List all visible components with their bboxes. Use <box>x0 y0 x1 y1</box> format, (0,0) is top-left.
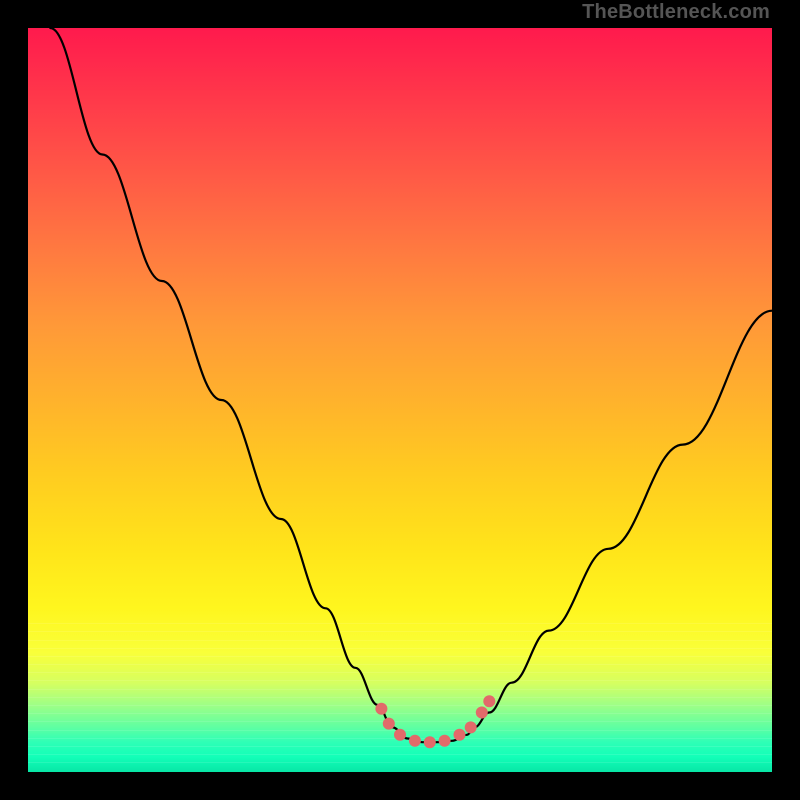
chart-frame: TheBottleneck.com <box>0 0 800 800</box>
chart-background-gradient <box>28 28 772 772</box>
watermark-text: TheBottleneck.com <box>582 1 770 24</box>
